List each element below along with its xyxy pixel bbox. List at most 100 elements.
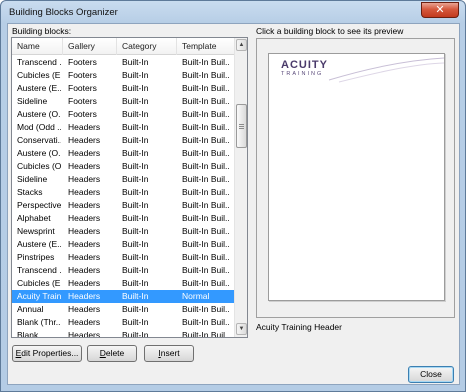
column-separator[interactable] (62, 38, 63, 55)
table-row[interactable]: Austere (O... Headers Built-In Built-In Bui… (12, 147, 234, 160)
cell-gallery: Headers (68, 135, 101, 145)
cell-template: Built-In Buil... (182, 83, 230, 93)
cell-category: Built-In (122, 213, 149, 223)
close-button[interactable]: Close (408, 366, 454, 383)
table-row[interactable]: Sideline Footers Built-In Built-In Buil... (12, 95, 234, 108)
column-header-template[interactable]: Template (182, 41, 217, 51)
cell-name: Acuity Traini... (17, 291, 61, 301)
cell-name: Blank (Thr... (17, 317, 61, 327)
cell-template: Built-In Buil... (182, 96, 230, 106)
column-separator[interactable] (116, 38, 117, 55)
cell-name: Austere (O... (17, 148, 61, 158)
table-row[interactable]: Blank (Thr... Headers Built-In Built-In Bui… (12, 316, 234, 329)
cell-template: Built-In Buil... (182, 330, 230, 338)
table-row[interactable]: Annual Headers Built-In Built-In Buil... (12, 303, 234, 316)
table-row[interactable]: Perspective Headers Built-In Built-In Buil.… (12, 199, 234, 212)
cell-category: Built-In (122, 252, 149, 262)
cell-template: Built-In Buil... (182, 252, 230, 262)
table-row[interactable]: Acuity Traini... Headers Built-In Normal (12, 290, 234, 303)
cell-category: Built-In (122, 226, 149, 236)
table-row[interactable]: Transcend ... Footers Built-In Built-In Bui… (12, 56, 234, 69)
table-row[interactable]: Cubicles (E... Footers Built-In Built-In Bu… (12, 69, 234, 82)
cell-name: Mod (Odd ... (17, 122, 61, 132)
table-row[interactable]: Transcend ... Headers Built-In Built-In Bui… (12, 264, 234, 277)
table-row[interactable]: Cubicles (E... Headers Built-In Built-In Bu… (12, 277, 234, 290)
cell-name: Conservati... (17, 135, 61, 145)
table-row[interactable]: Cubicles (O... Headers Built-In Built-In Bu… (12, 160, 234, 173)
cell-category: Built-In (122, 161, 149, 171)
cell-template: Built-In Buil... (182, 317, 230, 327)
cell-name: Cubicles (E... (17, 278, 61, 288)
preview-label: Click a building block to see its previe… (256, 26, 404, 36)
table-row[interactable]: Mod (Odd ... Headers Built-In Built-In Buil… (12, 121, 234, 134)
preview-page: ACUITY TRAINING (268, 53, 445, 301)
table-row[interactable]: Pinstripes Headers Built-In Built-In Buil..… (12, 251, 234, 264)
column-header-name[interactable]: Name (17, 41, 40, 51)
cell-category: Built-In (122, 57, 149, 67)
delete-button[interactable]: Delete (87, 345, 137, 362)
cell-gallery: Headers (68, 174, 101, 184)
cell-gallery: Headers (68, 148, 101, 158)
cell-category: Built-In (122, 304, 149, 314)
window-title: Building Blocks Organizer (9, 7, 118, 18)
cell-gallery: Headers (68, 265, 101, 275)
preview-header-band: ACUITY TRAINING (269, 54, 445, 84)
scroll-thumb[interactable] (236, 104, 247, 148)
cell-name: Cubicles (O... (17, 161, 61, 171)
table-row[interactable]: Blank Headers Built-In Built-In Buil... (12, 329, 234, 338)
cell-gallery: Headers (68, 161, 101, 171)
cell-gallery: Headers (68, 122, 101, 132)
scroll-down-arrow-icon[interactable]: ▼ (236, 323, 247, 335)
grip-line (239, 126, 244, 127)
cell-template: Built-In Buil... (182, 226, 230, 236)
cell-template: Built-In Buil... (182, 304, 230, 314)
cell-category: Built-In (122, 83, 149, 93)
table-row[interactable]: Stacks Headers Built-In Built-In Buil... (12, 186, 234, 199)
cell-template: Built-In Buil... (182, 239, 230, 249)
building-blocks-list[interactable]: Name Gallery Category Template Transcend… (11, 37, 248, 338)
cell-name: Alphabet (17, 213, 51, 223)
cell-template: Built-In Buil... (182, 187, 230, 197)
list-header: Name Gallery Category Template (12, 38, 234, 55)
column-header-category[interactable]: Category (122, 41, 157, 51)
cell-category: Built-In (122, 278, 149, 288)
table-row[interactable]: Austere (E... Headers Built-In Built-In Bui… (12, 238, 234, 251)
cell-name: Transcend ... (17, 57, 61, 67)
window-close-button[interactable]: ✕ (421, 2, 459, 18)
cell-gallery: Headers (68, 213, 101, 223)
cell-category: Built-In (122, 265, 149, 275)
table-row[interactable]: Conservati... Headers Built-In Built-In Bui… (12, 134, 234, 147)
cell-gallery: Footers (68, 109, 97, 119)
cell-name: Sideline (17, 96, 48, 106)
cell-category: Built-In (122, 174, 149, 184)
cell-category: Built-In (122, 135, 149, 145)
edit-properties-button[interactable]: Edit Properties... (12, 345, 82, 362)
table-row[interactable]: Newsprint Headers Built-In Built-In Buil... (12, 225, 234, 238)
cell-name: Sideline (17, 174, 48, 184)
cell-gallery: Headers (68, 291, 101, 301)
cell-category: Built-In (122, 291, 149, 301)
cell-name: Austere (E... (17, 83, 61, 93)
cell-template: Built-In Buil... (182, 70, 230, 80)
cell-template: Built-In Buil... (182, 148, 230, 158)
cell-category: Built-In (122, 239, 149, 249)
vertical-scrollbar[interactable]: ▲ ▼ (234, 38, 247, 337)
table-row[interactable]: Alphabet Headers Built-In Built-In Buil... (12, 212, 234, 225)
cell-template: Built-In Buil... (182, 135, 230, 145)
cell-gallery: Footers (68, 70, 97, 80)
cell-category: Built-In (122, 70, 149, 80)
table-row[interactable]: Sideline Headers Built-In Built-In Buil... (12, 173, 234, 186)
cell-template: Built-In Buil... (182, 57, 230, 67)
cell-name: Stacks (17, 187, 43, 197)
delete-label: elete (105, 348, 125, 358)
column-header-gallery[interactable]: Gallery (68, 41, 95, 51)
preview-caption: Acuity Training Header (256, 322, 342, 332)
cell-name: Perspective (17, 200, 61, 210)
insert-button[interactable]: Insert (144, 345, 194, 362)
table-row[interactable]: Austere (O... Footers Built-In Built-In Bui… (12, 108, 234, 121)
column-separator[interactable] (176, 38, 177, 55)
title-bar[interactable]: Building Blocks Organizer ✕ (1, 1, 465, 23)
table-row[interactable]: Austere (E... Footers Built-In Built-In Bui… (12, 82, 234, 95)
scroll-up-arrow-icon[interactable]: ▲ (236, 39, 247, 51)
cell-template: Built-In Buil... (182, 213, 230, 223)
